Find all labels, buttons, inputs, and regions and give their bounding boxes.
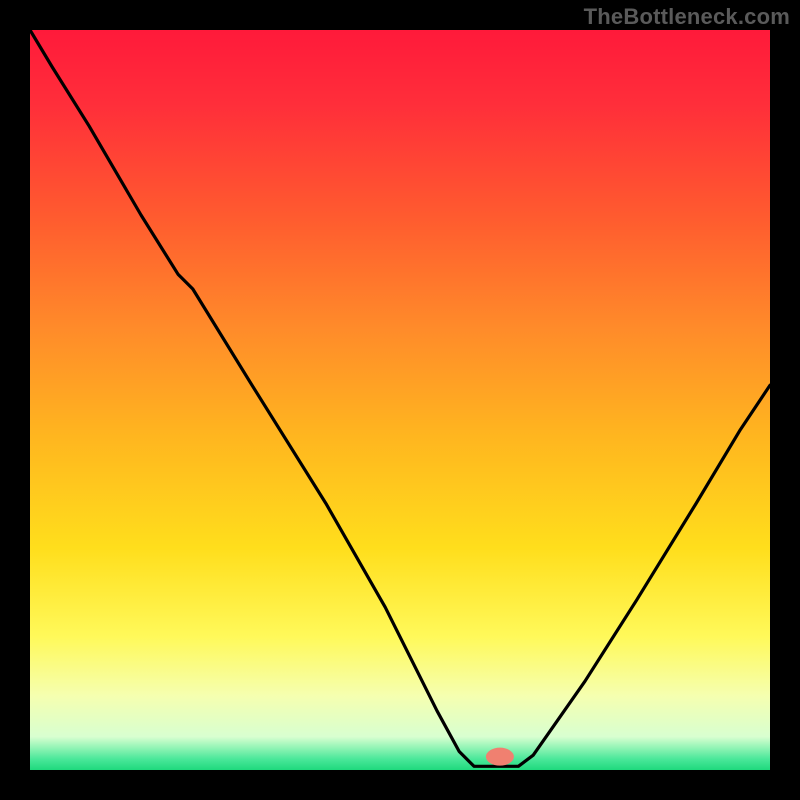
watermark-text: TheBottleneck.com xyxy=(584,4,790,30)
bottleneck-chart xyxy=(0,0,800,800)
plot-background xyxy=(30,30,770,770)
config-marker xyxy=(486,748,514,766)
chart-frame: { "watermark": "TheBottleneck.com", "plo… xyxy=(0,0,800,800)
